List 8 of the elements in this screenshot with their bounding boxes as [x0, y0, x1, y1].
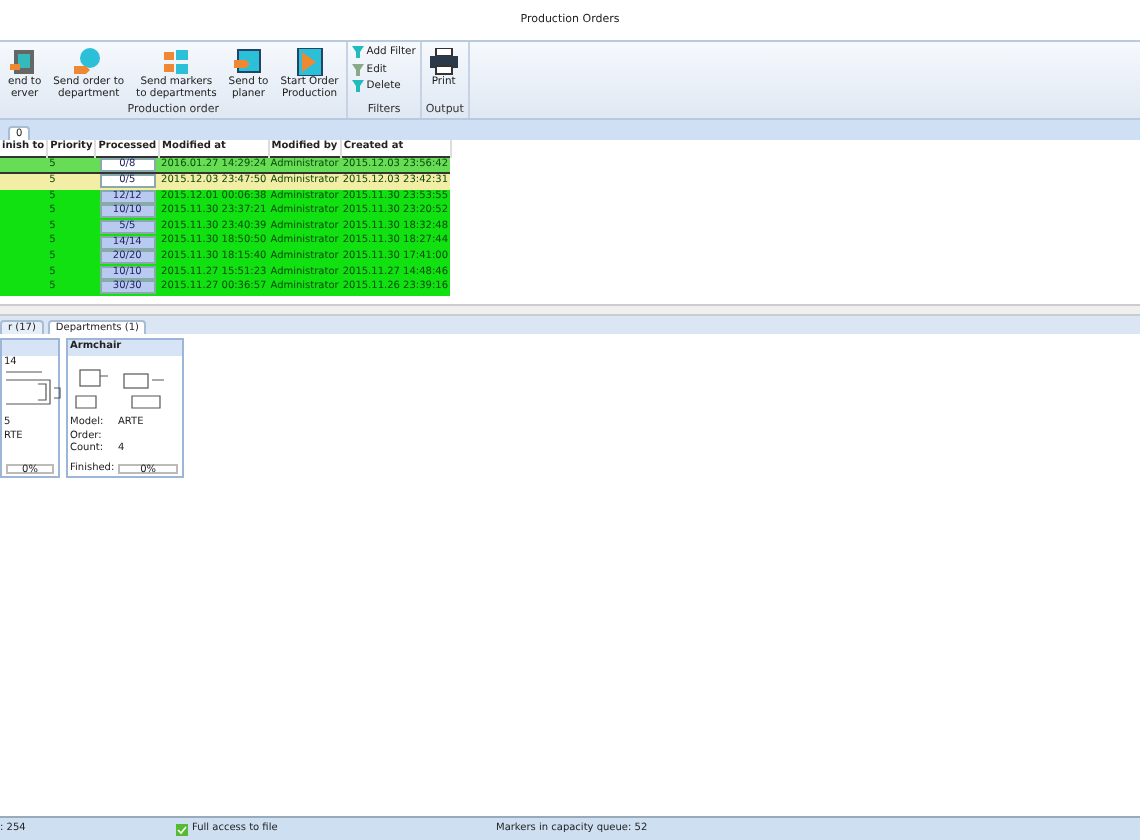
toolbar-icon: [162, 48, 191, 76]
card-header: [2, 340, 58, 356]
printer-icon: [429, 48, 458, 76]
toolbar-icon: [10, 48, 39, 76]
toolbar-icon: [234, 48, 263, 76]
toolbar-icon: [74, 48, 103, 76]
check-icon: [176, 823, 188, 835]
toolbar-icon: [295, 48, 324, 76]
